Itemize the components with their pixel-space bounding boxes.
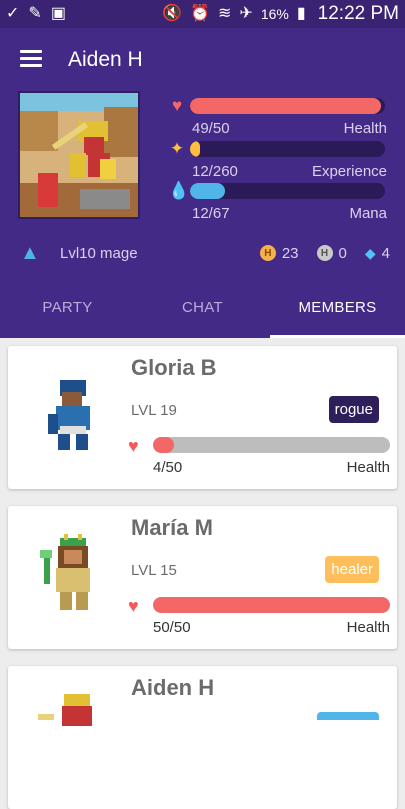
level-row: ▲ Lvl10 mage H 23 H 0 ◆ 4	[20, 241, 390, 265]
member-name: Aiden H	[131, 675, 215, 700]
member-health-bar	[153, 437, 390, 453]
member-health-label: Health	[346, 619, 390, 636]
avatar-art	[20, 93, 138, 217]
experience-label: Experience	[311, 163, 387, 180]
member-card[interactable]: Gloria B LVL 19 rogue ♥ 4/50 Health	[8, 346, 397, 489]
clipboard-icon: ▣	[50, 5, 66, 22]
mana-label: Mana	[349, 205, 387, 222]
mana-bar	[190, 183, 385, 199]
status-bar: ✓ ✎ ▣ 🔇 ⏰ ≋ ✈ 16% ▮ 12:22 PM	[0, 0, 405, 28]
profile-header: Aiden H ♥ 49/50 Health ✦ 12/260 Experien…	[0, 28, 405, 338]
heart-icon: ♥	[171, 96, 183, 115]
mute-icon: 🔇	[162, 5, 183, 22]
wizard-hat-icon: ▲	[20, 241, 40, 264]
menu-icon[interactable]	[20, 50, 42, 68]
gem-count: 4	[381, 244, 390, 262]
check-icon: ✓	[6, 5, 20, 22]
heart-icon: ♥	[128, 596, 139, 616]
user-name: Aiden H	[68, 48, 143, 71]
member-name: María M	[131, 515, 213, 540]
currencies: H 23 H 0 ◆ 4	[259, 244, 390, 262]
gold-count: 23	[281, 244, 299, 262]
silver-coin-icon: H	[316, 245, 333, 261]
pencil-icon: ✎	[28, 5, 42, 22]
avatar[interactable]	[18, 91, 140, 219]
tab-members[interactable]: MEMBERS	[270, 290, 405, 338]
member-level: LVL 19	[131, 402, 177, 419]
level-text: Lvl10 mage	[60, 244, 138, 262]
gold-coin-icon: H	[259, 245, 276, 261]
member-avatar	[48, 380, 90, 450]
member-card[interactable]: Aiden H	[8, 666, 397, 809]
experience-bar	[190, 141, 385, 157]
member-name: Gloria B	[131, 355, 217, 380]
mana-value: 12/67	[192, 205, 230, 222]
silver-count: 0	[338, 244, 347, 262]
heart-icon: ♥	[128, 436, 139, 456]
tab-party[interactable]: PARTY	[0, 290, 135, 338]
tab-chat[interactable]: CHAT	[135, 290, 270, 338]
gem-icon: ◆	[364, 244, 376, 261]
member-level: LVL 15	[131, 562, 177, 579]
member-health-value: 50/50	[153, 619, 191, 636]
drop-icon: 💧	[168, 181, 190, 200]
health-label: Health	[343, 120, 387, 137]
member-avatar	[40, 534, 90, 610]
class-badge: rogue	[328, 396, 379, 423]
battery-percent: 16%	[260, 6, 289, 22]
member-health-value: 4/50	[153, 459, 183, 476]
health-bar	[190, 98, 385, 114]
class-badge	[317, 712, 379, 720]
health-value: 49/50	[192, 120, 230, 137]
airplane-icon: ✈	[239, 5, 253, 22]
clock: 12:22 PM	[317, 3, 399, 24]
alarm-icon: ⏰	[190, 5, 211, 22]
experience-value: 12/260	[192, 163, 238, 180]
class-badge: healer	[325, 556, 379, 583]
member-health-label: Health	[346, 459, 390, 476]
member-avatar	[38, 694, 92, 726]
tab-bar: PARTY CHAT MEMBERS	[0, 290, 405, 338]
battery-icon: ▮	[296, 5, 306, 22]
member-health-bar	[153, 597, 390, 613]
sparkle-icon: ✦	[169, 139, 185, 158]
wifi-icon: ≋	[218, 5, 232, 22]
member-card[interactable]: María M LVL 15 healer ♥ 50/50 Health	[8, 506, 397, 649]
